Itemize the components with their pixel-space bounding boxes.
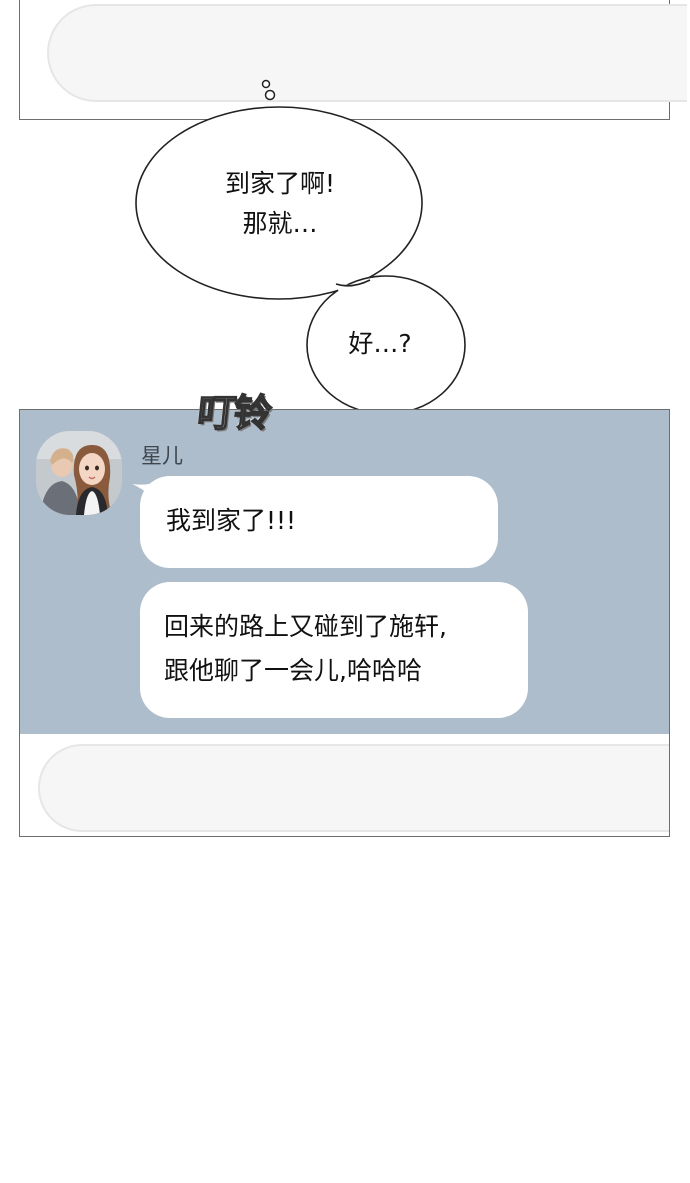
message-text: 我到家了!!! <box>166 506 297 535</box>
avatar-picture-icon <box>36 431 122 515</box>
chat-window: 星儿 我到家了!!! 回来的路上又碰到了施轩, 跟他聊了一会儿,哈哈哈 <box>19 409 670 837</box>
message-bubble[interactable]: 回来的路上又碰到了施轩, 跟他聊了一会儿,哈哈哈 <box>140 582 528 718</box>
speech-bubble-1-text: 到家了啊! 那就… <box>200 164 360 244</box>
speech-bubble-2-line: 好…? <box>348 329 412 358</box>
avatar[interactable] <box>36 431 122 515</box>
chat-message-area: 星儿 我到家了!!! 回来的路上又碰到了施轩, 跟他聊了一会儿,哈哈哈 <box>20 410 669 734</box>
speech-bubble-2-text: 好…? <box>330 324 430 364</box>
message-bubble[interactable]: 我到家了!!! <box>140 476 498 568</box>
message-text: 回来的路上又碰到了施轩, <box>164 612 447 641</box>
top-panel <box>19 0 687 120</box>
message-input-field[interactable] <box>38 744 669 832</box>
sender-name: 星儿 <box>141 444 183 468</box>
message-input-field-top[interactable] <box>47 4 687 102</box>
speech-bubble-1-line: 那就… <box>242 209 318 238</box>
sound-effect-text: 叮铃 <box>195 390 273 436</box>
message-text: 跟他聊了一会儿,哈哈哈 <box>164 656 422 685</box>
speech-bubble-1-line: 到家了啊! <box>224 169 336 198</box>
chat-input-area <box>20 734 669 836</box>
